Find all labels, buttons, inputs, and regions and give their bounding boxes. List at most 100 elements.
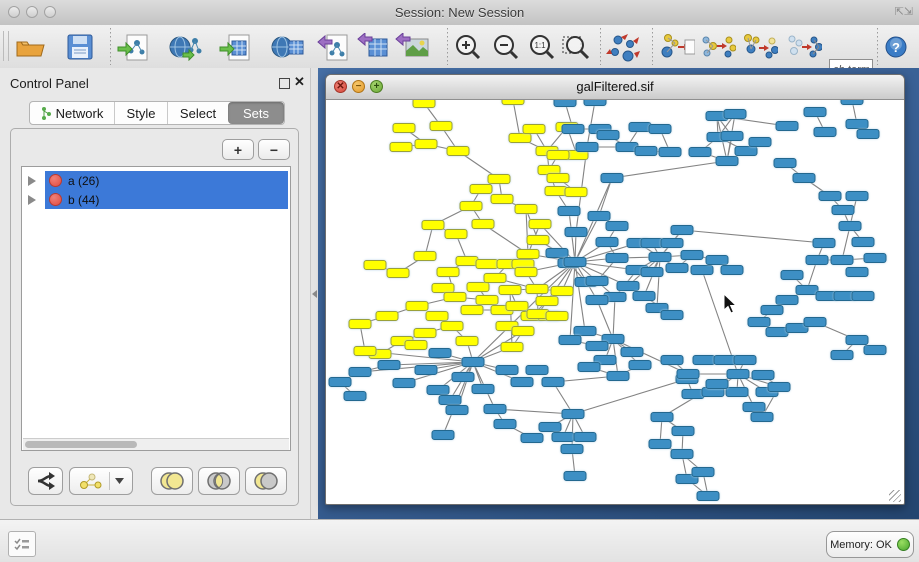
graph-node[interactable] (661, 356, 683, 365)
graph-node[interactable] (467, 283, 489, 292)
graph-node[interactable] (476, 296, 498, 305)
add-set-button[interactable]: + (222, 139, 254, 160)
graph-edge[interactable] (575, 262, 585, 331)
tab-style[interactable]: Style (114, 102, 167, 124)
graph-node[interactable] (515, 205, 537, 214)
graph-node[interactable] (444, 293, 466, 302)
graph-edge[interactable] (842, 226, 850, 260)
graph-node[interactable] (606, 222, 628, 231)
graph-node[interactable] (677, 370, 699, 379)
graph-node[interactable] (841, 100, 863, 105)
graph-edge[interactable] (573, 379, 687, 414)
graph-node[interactable] (456, 257, 478, 266)
resize-grip[interactable] (889, 490, 901, 502)
graph-node[interactable] (511, 378, 533, 387)
graph-node[interactable] (831, 351, 853, 360)
graph-node[interactable] (521, 434, 543, 443)
graph-node[interactable] (864, 254, 886, 263)
graph-node[interactable] (752, 371, 774, 380)
select-first-neighbors-button[interactable] (700, 29, 736, 64)
close-panel-icon[interactable]: ✕ (294, 74, 305, 90)
graph-node[interactable] (689, 148, 711, 157)
graph-node[interactable] (813, 239, 835, 248)
help-button[interactable]: ? (878, 29, 914, 64)
graph-node[interactable] (766, 328, 788, 337)
graph-edge[interactable] (572, 414, 573, 449)
graph-node[interactable] (672, 427, 694, 436)
graph-node[interactable] (706, 380, 728, 389)
remove-set-button[interactable]: − (258, 139, 290, 160)
graph-node[interactable] (661, 239, 683, 248)
export-table-button[interactable] (355, 29, 391, 64)
graph-node[interactable] (576, 143, 598, 152)
graph-node[interactable] (506, 302, 528, 311)
graph-node[interactable] (864, 346, 886, 355)
graph-node[interactable] (554, 100, 576, 107)
graph-node[interactable] (349, 320, 371, 329)
graph-node[interactable] (546, 312, 568, 321)
graph-node[interactable] (641, 239, 663, 248)
graph-node[interactable] (846, 120, 868, 129)
apply-layout-button[interactable] (605, 29, 641, 64)
graph-node[interactable] (472, 220, 494, 229)
graph-node[interactable] (536, 297, 558, 306)
graph-node[interactable] (682, 390, 704, 399)
graph-node[interactable] (559, 336, 581, 345)
graph-node[interactable] (494, 420, 516, 429)
graph-node[interactable] (547, 151, 569, 160)
graph-node[interactable] (804, 108, 826, 117)
graph-node[interactable] (414, 252, 436, 261)
split-sets-button[interactable] (28, 467, 63, 495)
graph-node[interactable] (681, 251, 703, 260)
graph-node[interactable] (846, 336, 868, 345)
graph-node[interactable] (693, 356, 715, 365)
horizontal-scrollbar[interactable] (23, 438, 289, 450)
graph-node[interactable] (671, 450, 693, 459)
graph-node[interactable] (629, 361, 651, 370)
graph-node[interactable] (649, 125, 671, 134)
graph-node[interactable] (584, 100, 606, 106)
graph-node[interactable] (649, 440, 671, 449)
graph-node[interactable] (517, 250, 539, 259)
graph-node[interactable] (364, 261, 386, 270)
graph-node[interactable] (432, 431, 454, 440)
set-row-b[interactable]: b (44) (22, 190, 288, 209)
graph-node[interactable] (378, 361, 400, 370)
zoom-in-button[interactable] (450, 29, 486, 64)
graph-node[interactable] (565, 228, 587, 237)
graph-node[interactable] (564, 472, 586, 481)
graph-node[interactable] (691, 266, 713, 275)
graph-node[interactable] (852, 292, 874, 301)
graph-node[interactable] (376, 312, 398, 321)
graph-node[interactable] (659, 148, 681, 157)
graph-node[interactable] (661, 311, 683, 320)
graph-node[interactable] (476, 260, 498, 269)
graph-node[interactable] (564, 258, 586, 267)
graph-node[interactable] (831, 256, 853, 265)
set-row-a[interactable]: a (26) (22, 171, 288, 190)
graph-node[interactable] (768, 383, 790, 392)
graph-node[interactable] (727, 370, 749, 379)
float-panel-icon[interactable] (279, 78, 290, 89)
graph-node[interactable] (666, 264, 688, 273)
graph-node[interactable] (387, 269, 409, 278)
graph-edge[interactable] (526, 209, 528, 254)
network-window[interactable]: ✕ − + galFiltered.sif (325, 74, 905, 505)
graph-node[interactable] (748, 318, 770, 327)
graph-edge[interactable] (495, 409, 573, 414)
collapse-panel-icon[interactable] (312, 290, 317, 298)
graph-node[interactable] (512, 327, 534, 336)
graph-node[interactable] (558, 207, 580, 216)
graph-node[interactable] (499, 286, 521, 295)
graph-node[interactable] (651, 413, 673, 422)
graph-node[interactable] (415, 140, 437, 149)
zoom-selected-button[interactable] (558, 29, 594, 64)
graph-node[interactable] (839, 222, 861, 231)
graph-node[interactable] (429, 349, 451, 358)
graph-node[interactable] (574, 327, 596, 336)
graph-node[interactable] (406, 302, 428, 311)
graph-node[interactable] (427, 386, 449, 395)
deselect-all-button[interactable] (786, 29, 822, 64)
graph-node[interactable] (857, 130, 879, 139)
graph-node[interactable] (649, 253, 671, 262)
